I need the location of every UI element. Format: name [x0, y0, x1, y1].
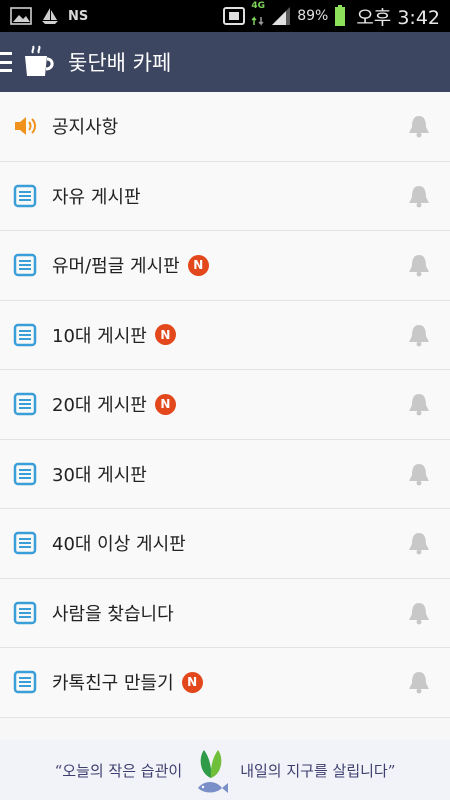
board-item-find-people[interactable]: 사람을 찾습니다: [0, 578, 450, 648]
board-item-katalk-friends[interactable]: 카톡친구 만들기 N: [0, 648, 450, 718]
document-icon: [13, 254, 37, 277]
document-icon: [13, 184, 37, 207]
board-item-forties[interactable]: 40대 이상 게시판: [0, 509, 450, 579]
board-item-thirties[interactable]: 30대 게시판: [0, 439, 450, 509]
document-icon: [13, 323, 37, 346]
coffee-cup-icon[interactable]: [20, 44, 56, 80]
bell-icon[interactable]: [408, 184, 430, 208]
clock: 오후 3:42: [356, 6, 440, 29]
board-label: 카톡친구 만들기 N: [52, 669, 203, 695]
board-label: 유머/펌글 게시판 N: [52, 252, 209, 278]
board-label: 10대 게시판 N: [52, 322, 176, 348]
board-label: 공지사항: [52, 117, 119, 139]
board-item-humor[interactable]: 유머/펌글 게시판 N: [0, 231, 450, 301]
banner-slogan: “오늘의 작은 습관이 내일의 지구를 살립니다”: [54, 744, 396, 796]
menu-icon[interactable]: [0, 52, 12, 72]
board-item-teens[interactable]: 10대 게시판 N: [0, 300, 450, 370]
battery-percent: 89%: [297, 8, 329, 24]
status-bar: NS 4G 89% 오후 3:42: [0, 0, 450, 32]
eco-banner[interactable]: “오늘의 작은 습관이 내일의 지구를 살립니다”: [0, 740, 450, 800]
board-label: 20대 게시판 N: [52, 391, 176, 417]
bell-icon[interactable]: [408, 323, 430, 347]
notification-box-icon: [223, 7, 246, 25]
sailboat-icon: [42, 8, 58, 24]
board-item-notice[interactable]: 공지사항: [0, 92, 450, 162]
board-label-text: 카톡친구 만들기: [52, 673, 174, 695]
new-badge: N: [181, 671, 203, 693]
board-item-free[interactable]: 자유 게시판: [0, 161, 450, 231]
speaker-icon: [15, 117, 36, 136]
board-label: 사람을 찾습니다: [52, 603, 174, 625]
bell-icon[interactable]: [408, 601, 430, 625]
battery-icon: [335, 5, 346, 26]
app-title: 돛단배 카페: [68, 51, 172, 75]
app-bar: 돛단배 카페: [0, 32, 450, 92]
banner-left-text: “오늘의 작은 습관이: [54, 761, 183, 780]
document-icon: [13, 532, 37, 555]
bell-icon[interactable]: [408, 462, 430, 486]
board-label-text: 10대 게시판: [52, 325, 147, 347]
document-icon: [13, 462, 37, 485]
bell-icon[interactable]: [408, 531, 430, 555]
new-badge: N: [154, 324, 176, 346]
network-type: 4G: [251, 1, 266, 11]
network-indicator: 4G: [251, 2, 265, 30]
new-badge: N: [187, 254, 209, 276]
bell-icon[interactable]: [408, 670, 430, 694]
banner-right-text: 내일의 지구를 살립니다”: [240, 761, 396, 780]
board-label-text: 20대 게시판: [52, 395, 147, 417]
carrier-label: NS: [68, 8, 89, 24]
new-badge: N: [154, 393, 176, 415]
gallery-icon: [10, 7, 32, 25]
bell-icon[interactable]: [408, 253, 430, 277]
board-list: 공지사항 자유 게시판 유머/펌글 게시판 N 10대 게시판 N 20대 게시판 N…: [0, 92, 450, 718]
board-label-text: 유머/펌글 게시판: [52, 256, 180, 278]
document-icon: [13, 671, 37, 694]
board-item-twenties[interactable]: 20대 게시판 N: [0, 370, 450, 440]
leaf-fish-logo-icon: [198, 750, 229, 793]
bell-icon[interactable]: [408, 392, 430, 416]
document-icon: [13, 601, 37, 624]
board-label: 40대 이상 게시판: [52, 534, 186, 556]
board-label: 자유 게시판: [52, 186, 141, 208]
signal-icon: [272, 7, 291, 25]
board-label: 30대 게시판: [52, 464, 147, 486]
data-arrows-icon: [251, 16, 264, 26]
document-icon: [13, 393, 37, 416]
bell-icon[interactable]: [408, 114, 430, 138]
